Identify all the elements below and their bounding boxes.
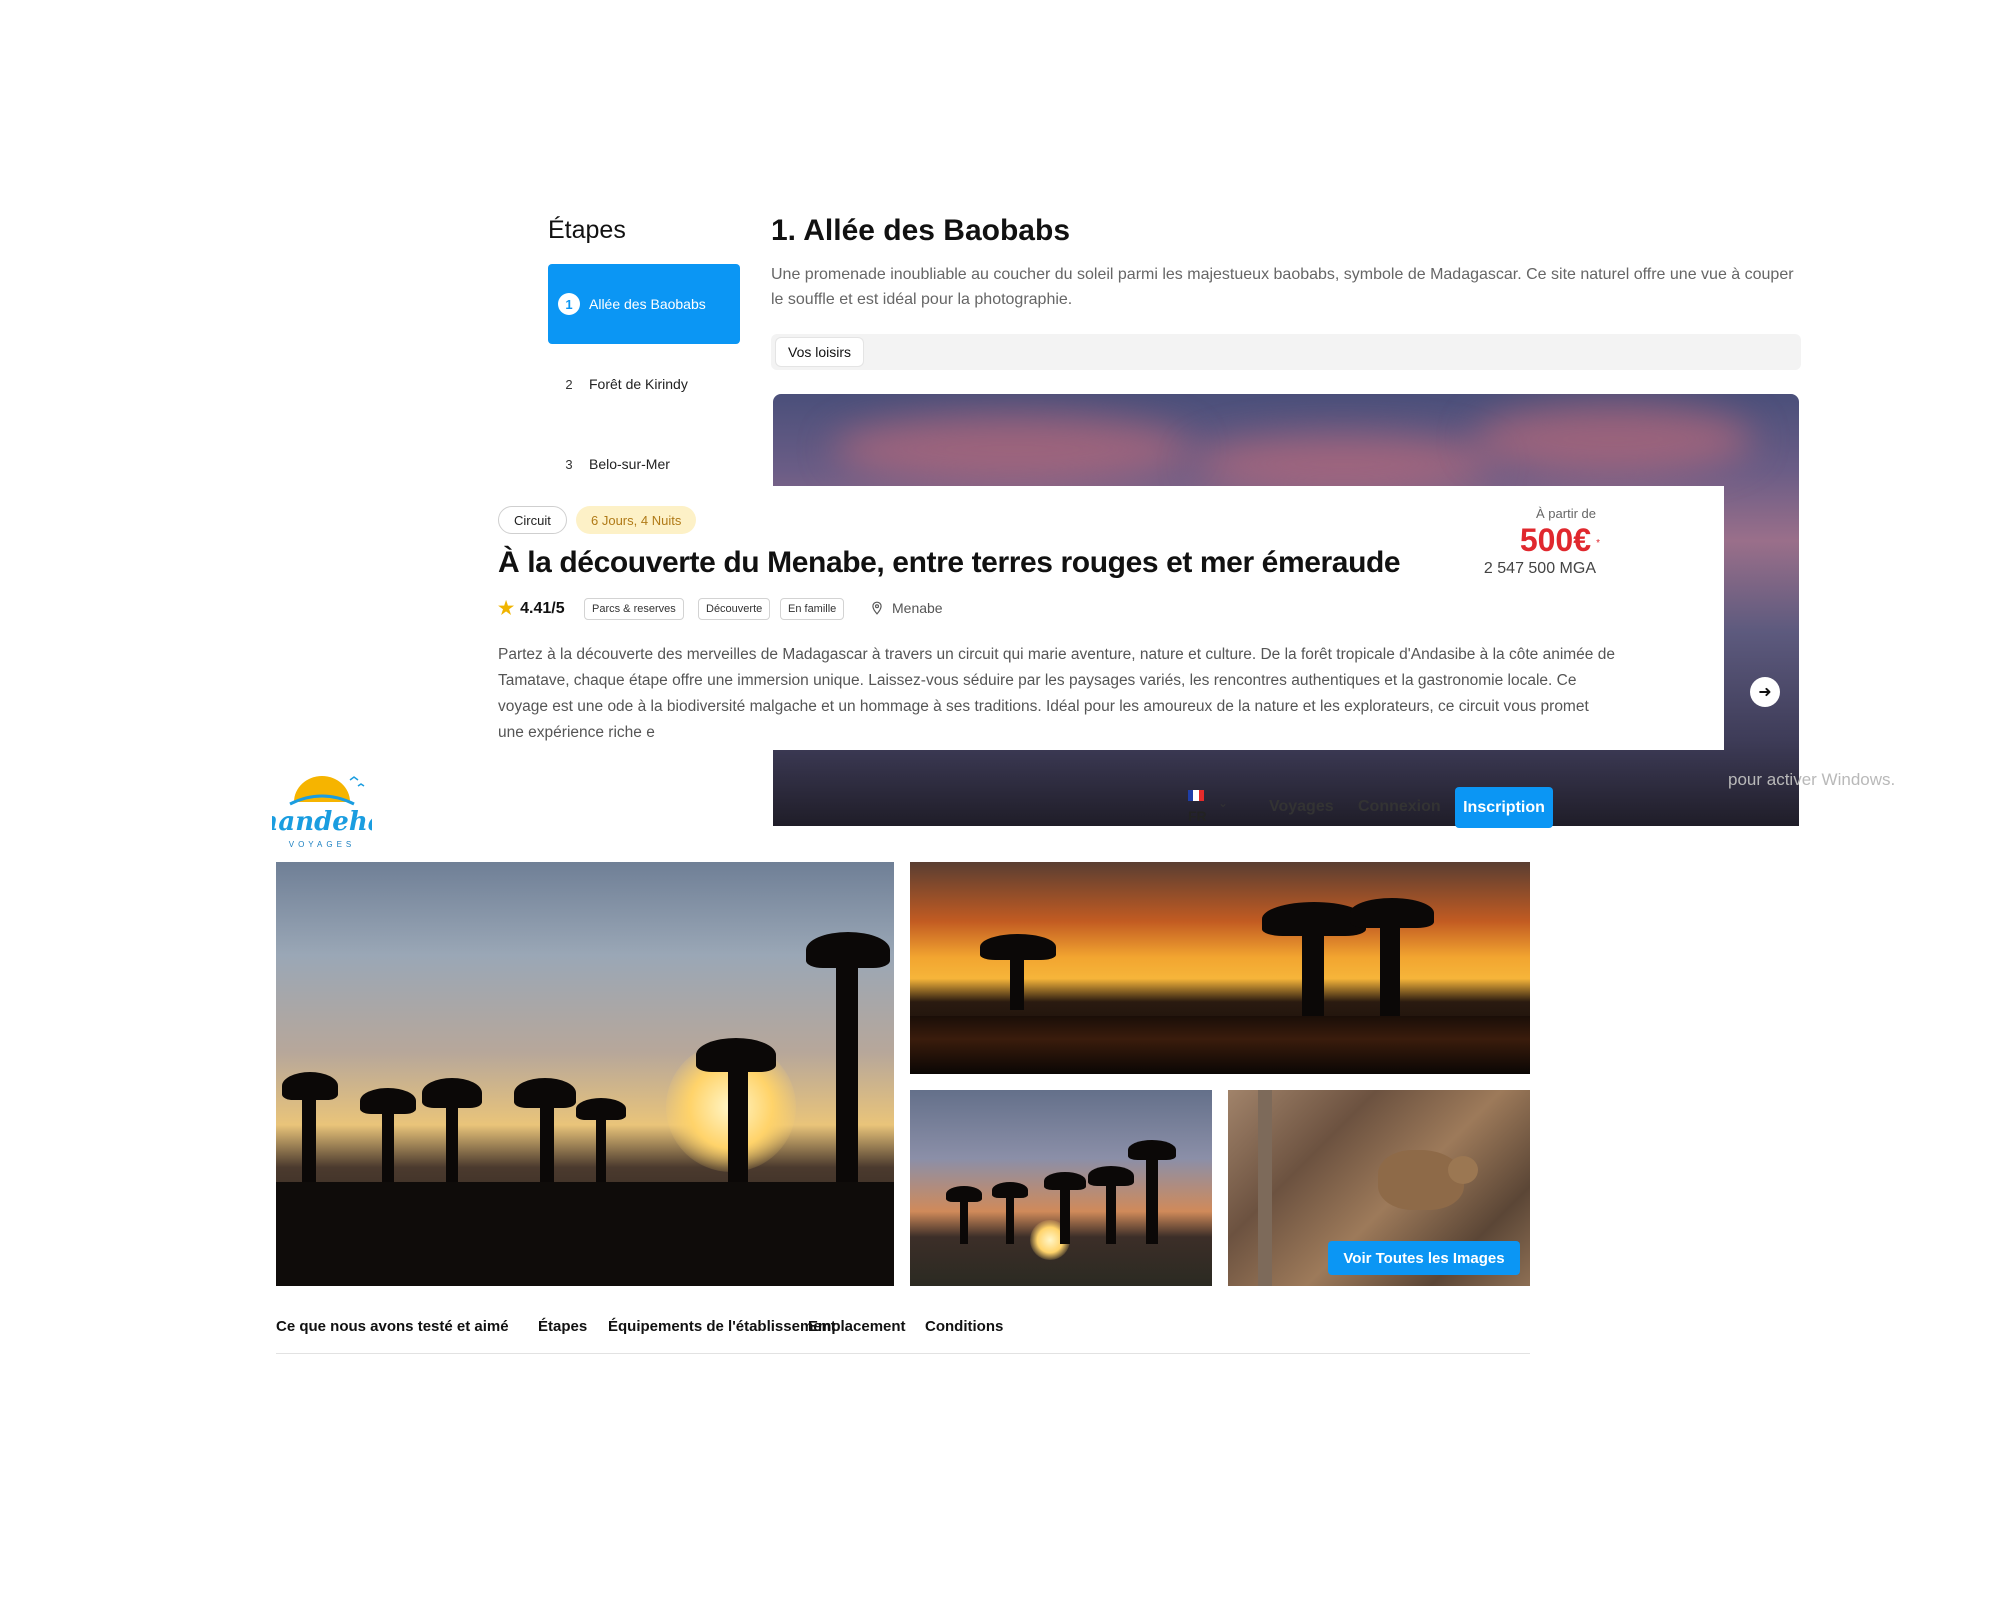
step-item-2[interactable]: 2 Forêt de Kirindy: [548, 344, 740, 424]
gallery-photo-main[interactable]: [276, 862, 894, 1286]
gallery-photo-4[interactable]: Voir Toutes les Images: [1228, 1090, 1530, 1286]
section-tabs: Ce que nous avons testé et aimé Étapes É…: [276, 1318, 1530, 1354]
nav-voyages[interactable]: Voyages: [1269, 798, 1334, 816]
tab-etapes[interactable]: Étapes: [538, 1318, 587, 1335]
rating: ★ 4.41/5: [498, 598, 565, 619]
step-label: Allée des Baobabs: [589, 296, 706, 312]
arrow-right-icon[interactable]: ➜: [1750, 677, 1780, 707]
nav-connexion[interactable]: Connexion: [1358, 798, 1441, 816]
step-number: 2: [565, 376, 573, 392]
step-label: Forêt de Kirindy: [589, 376, 688, 392]
step-description: Une promenade inoubliable au coucher du …: [771, 266, 1794, 308]
price-asterisk: *: [1596, 538, 1600, 549]
signup-button[interactable]: Inscription: [1455, 787, 1553, 828]
step-item-1[interactable]: 1 Allée des Baobabs: [548, 264, 740, 344]
leisure-tabs: Vos loisirs: [771, 334, 1801, 370]
price-from-label: À partir de: [1536, 506, 1596, 521]
svg-text:handeha: handeha: [272, 807, 372, 837]
price-mga: 2 547 500 MGA: [1483, 560, 1596, 577]
tag-famille: En famille: [780, 598, 845, 620]
language-selector[interactable]: FR ⌄: [1188, 786, 1244, 824]
gallery-photo-3[interactable]: [910, 1090, 1212, 1286]
step-heading: 1. Allée des Baobabs: [771, 214, 1071, 247]
france-flag-icon: [1188, 790, 1204, 801]
step-number: 1: [558, 293, 580, 315]
etapes-title: Étapes: [548, 216, 626, 244]
tab-vos-loisirs[interactable]: Vos loisirs: [776, 338, 864, 366]
circuit-card: Circuit 6 Jours, 4 Nuits À la découverte…: [476, 486, 1724, 750]
star-icon: ★: [498, 598, 515, 618]
tab-conditions[interactable]: Conditions: [925, 1318, 1003, 1335]
circuit-title: À la découverte du Menabe, entre terres …: [498, 546, 1401, 579]
step-label: Belo-sur-Mer: [589, 456, 670, 472]
rating-value: 4.41/5: [520, 599, 565, 617]
tab-equipements[interactable]: Équipements de l'établissement: [608, 1318, 836, 1335]
map-pin-icon: [872, 601, 882, 615]
gallery-photo-2[interactable]: [910, 862, 1530, 1074]
tag-parcs: Parcs & reserves: [584, 598, 684, 620]
step-number: 3: [565, 456, 573, 472]
language-code: FR: [1188, 808, 1207, 824]
tab-teste-aime[interactable]: Ce que nous avons testé et aimé: [276, 1318, 509, 1335]
circuit-description: Partez à la découverte des merveilles de…: [498, 646, 1615, 741]
price-eur: 500€: [1519, 522, 1591, 558]
svg-text:VOYAGES: VOYAGES: [289, 840, 356, 849]
tab-emplacement[interactable]: Emplacement: [808, 1318, 906, 1335]
location: Menabe: [870, 600, 943, 616]
windows-watermark: pour activer Windows.: [1728, 770, 1896, 789]
handeha-logo[interactable]: handeha VOYAGES: [272, 762, 372, 852]
type-badge: Circuit: [498, 506, 567, 534]
duration-badge: 6 Jours, 4 Nuits: [576, 506, 697, 534]
see-all-images-button[interactable]: Voir Toutes les Images: [1328, 1241, 1520, 1275]
tag-decouverte: Découverte: [698, 598, 771, 620]
chevron-down-icon: ⌄: [1218, 796, 1229, 810]
location-label: Menabe: [892, 600, 943, 616]
